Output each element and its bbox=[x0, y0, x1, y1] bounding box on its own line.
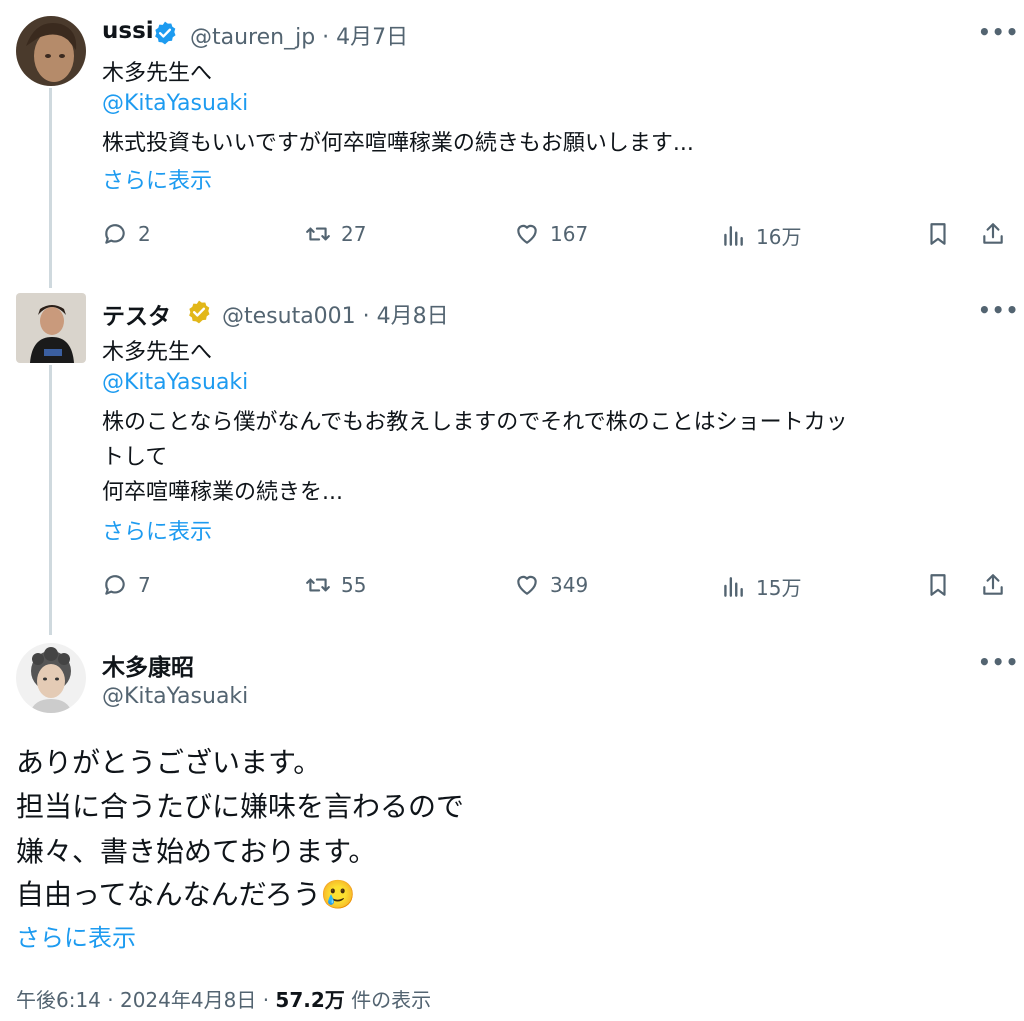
author-handle-date[interactable]: @tauren_jp · 4月7日 bbox=[190, 19, 408, 51]
tweet-text-line: 株式投資もいいですが何卒喧嘩稼業の続きもお願いします... bbox=[102, 131, 694, 156]
mention-link[interactable]: @KitaYasuaki bbox=[102, 370, 248, 395]
tweet-text-line: 株のことなら僕がなんでもお教えしますのでそれで株のことはショートカッ bbox=[102, 410, 848, 435]
like-button[interactable]: 167 bbox=[514, 221, 588, 247]
retweet-button[interactable]: 27 bbox=[305, 221, 366, 247]
thread-line-2 bbox=[49, 365, 52, 635]
retweet-button[interactable]: 55 bbox=[305, 572, 366, 598]
views-icon bbox=[724, 225, 743, 246]
author-name[interactable]: 木多康昭 bbox=[102, 648, 194, 682]
reply-button[interactable]: 2 bbox=[102, 221, 151, 247]
tweet-text-line: 自由ってなんなんだろう🥲 bbox=[16, 872, 356, 918]
share-button[interactable] bbox=[980, 572, 1006, 598]
bookmark-button[interactable] bbox=[925, 221, 951, 247]
mention-link[interactable]: @KitaYasuaki bbox=[102, 91, 248, 116]
like-button[interactable]: 349 bbox=[514, 572, 588, 598]
views-button[interactable]: 16万 bbox=[720, 221, 801, 250]
share-icon bbox=[983, 223, 1003, 244]
retweet-count: 27 bbox=[341, 222, 367, 246]
tweet-text-line: 木多先生へ bbox=[102, 340, 213, 365]
reply-icon bbox=[105, 224, 125, 244]
bookmark-icon bbox=[930, 223, 946, 245]
retweet-icon bbox=[306, 227, 330, 241]
tweet-meta: 午後6:14 · 2024年4月8日 · 57.2万 件の表示 bbox=[16, 984, 431, 1013]
retweet-count: 55 bbox=[341, 573, 367, 597]
like-count: 167 bbox=[550, 222, 589, 246]
avatar[interactable] bbox=[16, 643, 86, 713]
retweet-icon bbox=[306, 578, 330, 592]
more-icon[interactable]: ••• bbox=[978, 650, 1019, 674]
views-icon bbox=[724, 576, 743, 597]
like-count: 349 bbox=[550, 573, 589, 597]
bookmark-icon bbox=[930, 574, 946, 596]
view-count: 57.2万 bbox=[275, 988, 345, 1012]
avatar[interactable] bbox=[16, 293, 86, 363]
bookmark-button[interactable] bbox=[925, 572, 951, 598]
view-label: 件の表示 bbox=[344, 988, 432, 1012]
share-icon bbox=[983, 574, 1003, 595]
more-icon[interactable]: ••• bbox=[978, 20, 1019, 44]
reply-count: 7 bbox=[138, 573, 151, 597]
reply-button[interactable]: 7 bbox=[102, 572, 151, 598]
thread-line-1 bbox=[49, 88, 52, 288]
show-more-link[interactable]: さらに表示 bbox=[16, 918, 136, 953]
author-handle[interactable]: @KitaYasuaki bbox=[102, 684, 248, 709]
views-count: 15万 bbox=[756, 576, 802, 600]
tear-smile-emoji-icon: 🥲 bbox=[320, 878, 356, 911]
reply-icon bbox=[105, 575, 125, 595]
reply-count: 2 bbox=[138, 222, 151, 246]
like-icon bbox=[517, 575, 537, 595]
tweet-text-line: トして bbox=[102, 445, 168, 470]
tweet-text-line: ありがとうございます。 bbox=[16, 746, 322, 779]
tweet-text-line: 担当に合うたびに嫌味を言わるので bbox=[16, 790, 465, 823]
verified-badge-icon bbox=[186, 299, 212, 329]
tweet-text: 自由ってなんなんだろう bbox=[16, 878, 321, 911]
author-name[interactable]: ussi bbox=[102, 18, 154, 44]
author-name[interactable]: テスタ bbox=[102, 297, 171, 331]
views-count: 16万 bbox=[756, 225, 802, 249]
timestamp[interactable]: 午後6:14 · 2024年4月8日 · bbox=[16, 988, 275, 1012]
avatar[interactable] bbox=[16, 16, 86, 86]
views-button[interactable]: 15万 bbox=[720, 572, 801, 601]
tweet-text-line: 木多先生へ bbox=[102, 61, 213, 86]
show-more-link[interactable]: さらに表示 bbox=[102, 514, 212, 546]
tweet-text-line: 嫌々、書き始めております。 bbox=[16, 835, 377, 868]
share-button[interactable] bbox=[980, 221, 1006, 247]
tweet-text-line: 何卒喧嘩稼業の続きを... bbox=[102, 480, 343, 505]
more-icon[interactable]: ••• bbox=[978, 298, 1019, 322]
verified-badge-icon bbox=[152, 20, 178, 50]
show-more-link[interactable]: さらに表示 bbox=[102, 163, 212, 195]
author-handle-date[interactable]: @tesuta001 · 4月8日 bbox=[222, 298, 449, 330]
like-icon bbox=[517, 224, 537, 244]
